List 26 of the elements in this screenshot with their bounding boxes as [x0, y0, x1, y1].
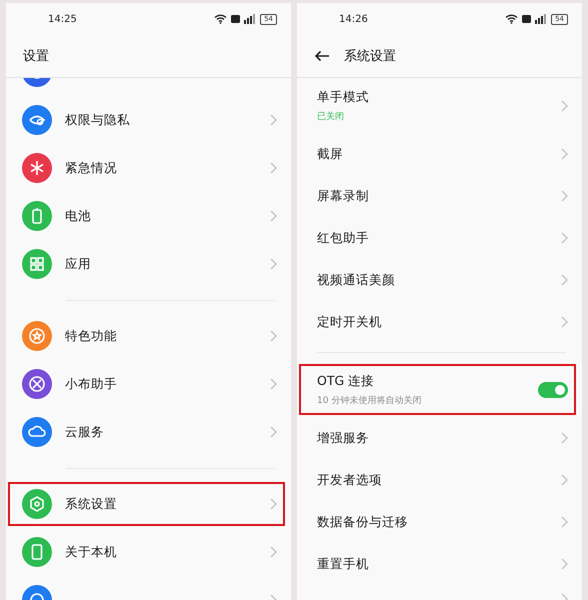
setting-label[interactable]: 重置手机	[317, 556, 561, 572]
status-time: 14:25	[48, 14, 77, 24]
setting-label[interactable]: 小布助手	[65, 376, 270, 392]
setting-label[interactable]: 权限与隐私	[65, 112, 270, 128]
setting-label[interactable]: 系统设置	[65, 496, 270, 512]
setting-label[interactable]: 紧急情况	[65, 160, 270, 176]
page-title: 系统设置	[344, 48, 396, 65]
setting-label[interactable]: 屏幕录制	[317, 188, 561, 204]
setting-label[interactable]: 开发者选项	[317, 472, 561, 488]
setting-label[interactable]: 增强服务	[317, 430, 561, 446]
setting-label[interactable]: OTG 连接	[317, 372, 538, 390]
setting-label[interactable]: 定时开关机	[317, 314, 561, 330]
status-time: 14:26	[339, 14, 368, 24]
setting-label[interactable]: 单手模式	[317, 88, 561, 106]
setting-label[interactable]: 特色功能	[65, 328, 270, 344]
setting-label[interactable]: 红包助手	[317, 230, 561, 246]
setting-label[interactable]: 关于本机	[65, 544, 270, 560]
setting-label[interactable]: 电池	[65, 208, 270, 224]
page-title: 设置	[23, 48, 49, 65]
setting-label[interactable]: 应用	[65, 256, 270, 272]
setting-description: 10 分钟未使用将自动关闭	[317, 394, 422, 406]
setting-label[interactable]: 截屏	[317, 146, 561, 162]
setting-label[interactable]: 云服务	[65, 424, 270, 440]
setting-label[interactable]: 视频通话美颜	[317, 272, 561, 288]
setting-label[interactable]: 数据备份与迁移	[317, 514, 561, 530]
setting-description: 已关闭	[317, 110, 345, 122]
